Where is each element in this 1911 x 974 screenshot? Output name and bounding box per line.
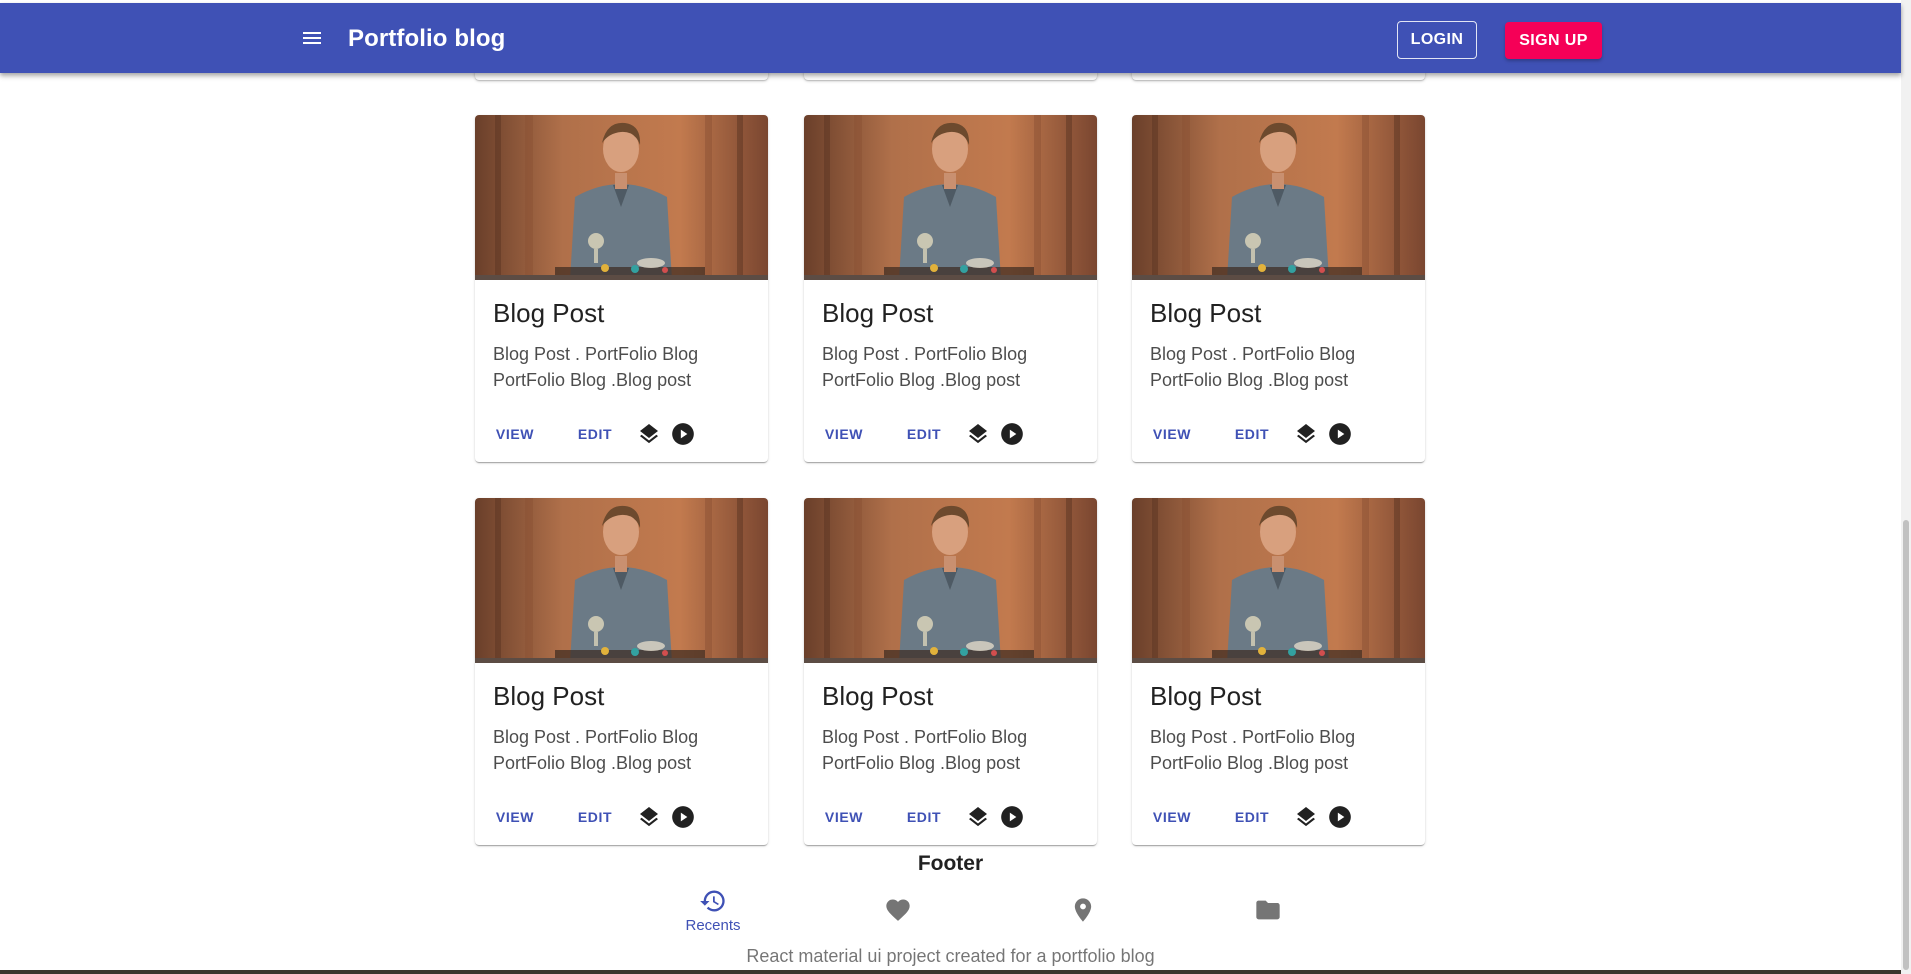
play-button[interactable] (998, 803, 1026, 831)
card-description-line: PortFolio Blog .Blog post (493, 753, 692, 773)
card-description: Blog Post . PortFolio Blog PortFolio Blog… (493, 341, 753, 393)
play-circle-icon (1329, 806, 1351, 828)
layers-icon (640, 424, 658, 444)
card-image[interactable] (1132, 115, 1425, 280)
bottom-navigation: Recents (620, 880, 1280, 940)
card-title: Blog Post (822, 298, 934, 328)
edit-button[interactable]: EDIT (565, 417, 625, 451)
card-description-line: PortFolio Blog .Blog post (822, 753, 1021, 773)
edit-button[interactable]: EDIT (894, 800, 954, 834)
card-description: Blog Post . PortFolio Blog PortFolio Blog… (1150, 341, 1410, 393)
card-description-line: Blog Post . PortFolio Blog (493, 344, 699, 364)
nav-favorites[interactable] (843, 880, 953, 940)
card-actions: VIEW EDIT (1132, 798, 1425, 838)
play-circle-icon (1001, 423, 1023, 445)
play-button[interactable] (1326, 420, 1354, 448)
layers-icon (969, 424, 987, 444)
blog-card: Blog Post Blog Post . PortFolio Blog PortF… (804, 498, 1097, 845)
menu-button[interactable] (295, 23, 329, 53)
layers-button[interactable] (964, 420, 992, 448)
view-button[interactable]: VIEW (485, 417, 545, 451)
blog-card: Blog Post Blog Post . PortFolio Blog PortF… (1132, 115, 1425, 462)
play-button[interactable] (998, 420, 1026, 448)
blog-card: Blog Post Blog Post . PortFolio Blog PortF… (475, 498, 768, 845)
card-description: Blog Post . PortFolio Blog PortFolio Blog… (493, 724, 753, 776)
card-title: Blog Post (1150, 298, 1262, 328)
card-image[interactable] (475, 498, 768, 663)
edit-button[interactable]: EDIT (565, 800, 625, 834)
layers-button[interactable] (1292, 420, 1320, 448)
scrollbar-thumb[interactable] (1903, 520, 1909, 970)
card-description-line: PortFolio Blog .Blog post (1150, 370, 1349, 390)
edit-button[interactable]: EDIT (894, 417, 954, 451)
location-pin-icon (1074, 898, 1092, 922)
layers-button[interactable] (964, 803, 992, 831)
edit-button[interactable]: EDIT (1222, 417, 1282, 451)
view-button[interactable]: VIEW (814, 417, 874, 451)
view-button[interactable]: VIEW (814, 800, 874, 834)
card-description-line: Blog Post . PortFolio Blog (493, 727, 699, 747)
card-actions: VIEW EDIT (475, 415, 768, 455)
nav-nearby[interactable] (1028, 880, 1138, 940)
card-description-line: Blog Post . PortFolio Blog (1150, 344, 1356, 364)
app-title: Portfolio blog (348, 25, 506, 52)
footer-title: Footer (917, 852, 984, 875)
card-title: Blog Post (822, 681, 934, 711)
favorite-icon (886, 899, 910, 921)
card-title: Blog Post (493, 681, 605, 711)
play-circle-icon (672, 423, 694, 445)
page: Portfolio blog LOGIN SIGN UP Blog Post Bl… (0, 0, 1911, 974)
play-circle-icon (1329, 423, 1351, 445)
card-title: Blog Post (493, 298, 605, 328)
layers-button[interactable] (635, 420, 663, 448)
blog-card: Blog Post Blog Post . PortFolio Blog PortF… (1132, 498, 1425, 845)
card-description-line: PortFolio Blog .Blog post (1150, 753, 1349, 773)
folder-icon (1256, 900, 1280, 920)
login-button[interactable]: LOGIN (1397, 21, 1477, 59)
view-button[interactable]: VIEW (1142, 417, 1202, 451)
menu-icon (303, 32, 321, 44)
card-description: Blog Post . PortFolio Blog PortFolio Blog… (822, 341, 1082, 393)
card-image[interactable] (804, 498, 1097, 663)
app-bar: Portfolio blog LOGIN SIGN UP (0, 3, 1901, 73)
card-image[interactable] (804, 115, 1097, 280)
view-button[interactable]: VIEW (485, 800, 545, 834)
nav-folder[interactable] (1213, 880, 1323, 940)
card-description: Blog Post . PortFolio Blog PortFolio Blog… (822, 724, 1082, 776)
card-description-line: PortFolio Blog .Blog post (822, 370, 1021, 390)
card-actions: VIEW EDIT (475, 798, 768, 838)
nav-recents[interactable]: Recents (658, 880, 768, 940)
play-button[interactable] (669, 420, 697, 448)
card-description-line: PortFolio Blog .Blog post (493, 370, 692, 390)
card-actions: VIEW EDIT (804, 415, 1097, 455)
card-image[interactable] (475, 115, 768, 280)
nav-recents-label: Recents (685, 916, 741, 934)
play-circle-icon (672, 806, 694, 828)
history-icon (700, 890, 725, 911)
layers-icon (969, 807, 987, 827)
card-description-line: Blog Post . PortFolio Blog (822, 344, 1028, 364)
card-description-line: Blog Post . PortFolio Blog (822, 727, 1028, 747)
footer-caption: React material ui project created for a … (746, 946, 1155, 966)
layers-icon (640, 807, 658, 827)
view-button[interactable]: VIEW (1142, 800, 1202, 834)
card-actions: VIEW EDIT (1132, 415, 1425, 455)
card-title: Blog Post (1150, 681, 1262, 711)
card-description: Blog Post . PortFolio Blog PortFolio Blog… (1150, 724, 1410, 776)
layers-icon (1297, 424, 1315, 444)
layers-icon (1297, 807, 1315, 827)
layers-button[interactable] (1292, 803, 1320, 831)
play-circle-icon (1001, 806, 1023, 828)
play-button[interactable] (669, 803, 697, 831)
blog-card: Blog Post Blog Post . PortFolio Blog PortF… (475, 115, 768, 462)
card-actions: VIEW EDIT (804, 798, 1097, 838)
blog-card: Blog Post Blog Post . PortFolio Blog PortF… (804, 115, 1097, 462)
edit-button[interactable]: EDIT (1222, 800, 1282, 834)
sign-up-button[interactable]: SIGN UP (1505, 22, 1602, 59)
card-image[interactable] (1132, 498, 1425, 663)
play-button[interactable] (1326, 803, 1354, 831)
layers-button[interactable] (635, 803, 663, 831)
bottom-strip (0, 970, 1911, 974)
card-description-line: Blog Post . PortFolio Blog (1150, 727, 1356, 747)
